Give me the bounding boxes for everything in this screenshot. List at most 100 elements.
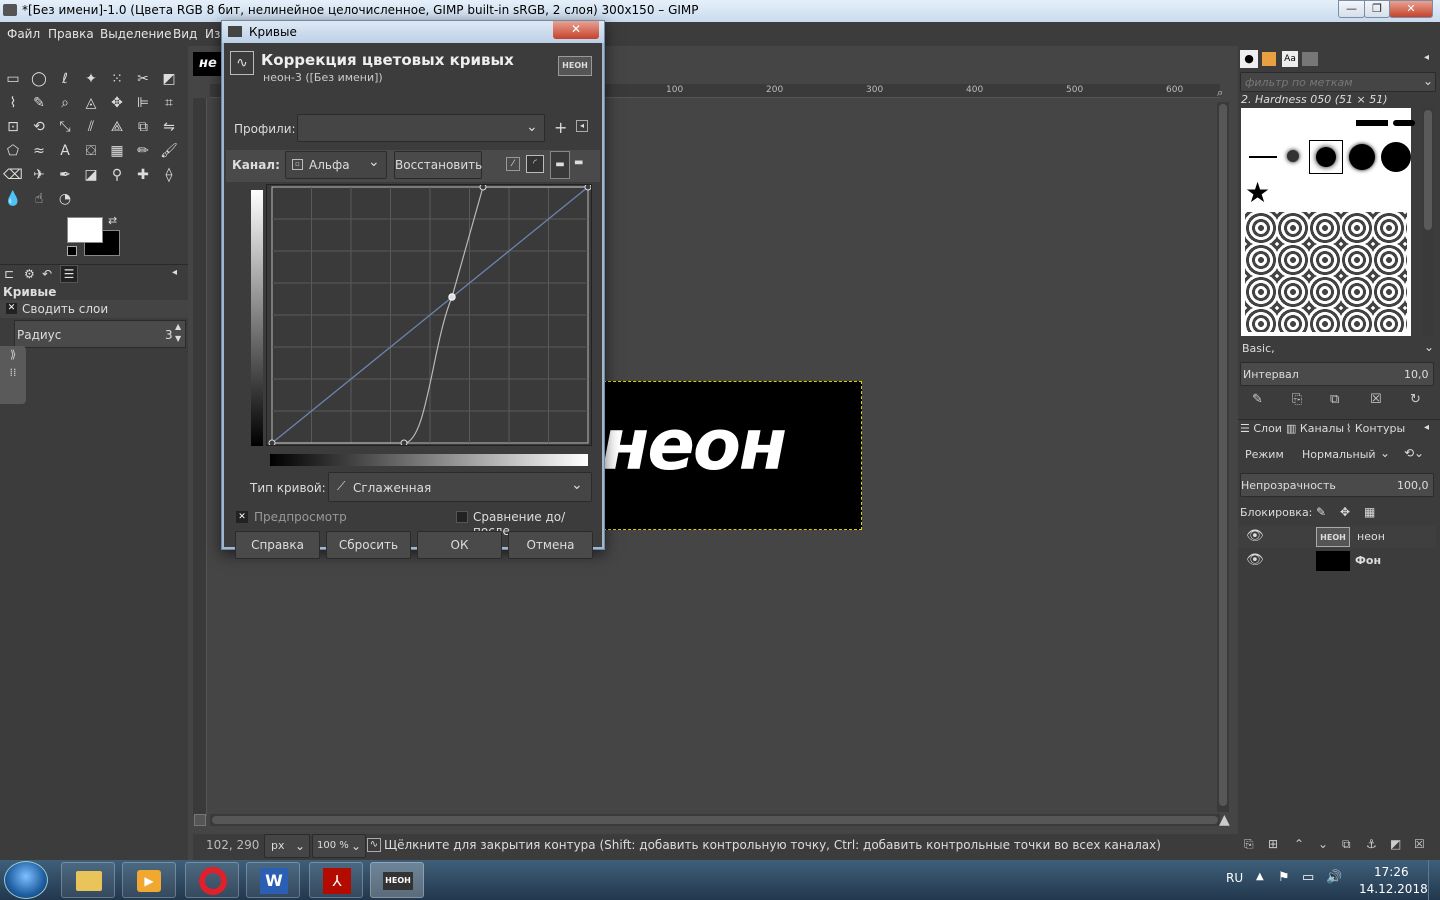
- new-layer-icon[interactable]: ⎘: [1244, 837, 1254, 852]
- taskbar-explorer[interactable]: [61, 862, 115, 898]
- tab-paths[interactable]: ⌇ Контуры: [1346, 422, 1405, 435]
- dock-menu-icon[interactable]: ◂: [1424, 422, 1429, 433]
- move-icon[interactable]: ✥: [106, 92, 128, 114]
- brush-selected[interactable]: [1309, 140, 1343, 174]
- compare-checkbox[interactable]: [456, 511, 468, 523]
- rotate-icon[interactable]: ⟲: [28, 116, 50, 138]
- ellipse-select-icon[interactable]: ◯: [28, 68, 50, 90]
- paintbrush-icon[interactable]: 🖌: [158, 140, 180, 162]
- tag-filter[interactable]: фильтр по меткам ⌄: [1240, 72, 1436, 92]
- spin-arrows-icon[interactable]: ▲ ▼: [175, 321, 181, 345]
- merge-layers-row[interactable]: ✕ Сводить слои: [0, 300, 188, 318]
- linear-hist-icon[interactable]: ⁄: [506, 157, 520, 171]
- reset-button[interactable]: Сбросить: [326, 531, 411, 559]
- device-status-tab-icon[interactable]: ⚙: [24, 267, 35, 281]
- ok-button[interactable]: ОК: [417, 531, 502, 559]
- view-alt-icon[interactable]: ▬: [574, 157, 583, 168]
- delete-brush-icon[interactable]: ☒: [1370, 392, 1382, 407]
- star-brush[interactable]: ★: [1245, 176, 1270, 209]
- menu-file[interactable]: Файл: [7, 27, 40, 41]
- images-tab-icon[interactable]: ☰: [60, 265, 78, 283]
- scissors-icon[interactable]: ✂: [132, 68, 154, 90]
- mode-group-icon[interactable]: ⟲⌄: [1404, 446, 1424, 460]
- airbrush-icon[interactable]: ✈: [28, 164, 50, 186]
- cage-icon[interactable]: ⬠: [2, 140, 24, 162]
- start-button[interactable]: [4, 861, 48, 899]
- crop-icon[interactable]: ⌗: [158, 92, 180, 114]
- eye-icon[interactable]: 👁: [1246, 528, 1264, 544]
- layer-name[interactable]: неон: [1357, 530, 1385, 543]
- help-button[interactable]: Справка: [235, 531, 320, 559]
- preview-checkbox[interactable]: ✕: [236, 511, 248, 523]
- duplicate-layer-icon[interactable]: ⧉: [1342, 837, 1351, 852]
- curve-type-combo[interactable]: ⟋ Сглаженная ⌄: [328, 472, 592, 502]
- dock-menu-icon[interactable]: ◂: [172, 267, 177, 278]
- mypaint-brush-icon[interactable]: ◪: [80, 164, 102, 186]
- smudge-icon[interactable]: ☝: [28, 188, 50, 210]
- curve-graph[interactable]: [267, 185, 591, 445]
- language-indicator[interactable]: RU: [1226, 871, 1243, 885]
- horizontal-scrollbar[interactable]: [210, 814, 1220, 826]
- action-center-icon[interactable]: ⚑: [1278, 870, 1290, 885]
- zoom-icon[interactable]: ⌕: [54, 92, 76, 114]
- dialog-close-button[interactable]: ✕: [553, 21, 599, 39]
- new-brush-icon[interactable]: ⎘: [1292, 392, 1302, 407]
- color-select-icon[interactable]: ⁙: [106, 68, 128, 90]
- fonts-tab-icon[interactable]: Aa: [1282, 51, 1298, 67]
- add-profile-icon[interactable]: +: [554, 118, 567, 137]
- channel-combo[interactable]: ▫ Альфа ⌄: [285, 151, 387, 179]
- flip-icon[interactable]: ⇋: [158, 116, 180, 138]
- merge-checkbox[interactable]: ✕: [6, 303, 17, 314]
- brush-scrollbar[interactable]: [1422, 108, 1434, 336]
- new-group-icon[interactable]: ⊞: [1268, 837, 1278, 851]
- edit-brush-icon[interactable]: ✎: [1252, 392, 1263, 407]
- dodge-burn-icon[interactable]: ◔: [54, 188, 76, 210]
- eraser-icon[interactable]: ⌫: [2, 164, 24, 186]
- 3d-transform-icon[interactable]: ⧉: [132, 116, 154, 138]
- lock-position-icon[interactable]: ✥: [1340, 505, 1350, 519]
- fuzzy-select-icon[interactable]: ✦: [80, 68, 102, 90]
- taskbar-opera[interactable]: [185, 862, 239, 898]
- navigate-icon[interactable]: ▲: [1219, 812, 1230, 828]
- brush-set-tag[interactable]: Basic,: [1242, 342, 1275, 355]
- tab-channels[interactable]: ▥ Каналы: [1286, 422, 1344, 435]
- anchor-layer-icon[interactable]: ⚓: [1366, 837, 1377, 851]
- dock-menu-icon[interactable]: ◂: [1424, 52, 1429, 63]
- curve-graph-frame[interactable]: [266, 184, 592, 446]
- brush-item[interactable]: [1381, 142, 1411, 172]
- log-hist-icon[interactable]: ◜: [526, 155, 544, 173]
- opacity-spin[interactable]: Непрозрачность 100,0: [1240, 473, 1434, 497]
- clock-date[interactable]: 14.12.2018: [1359, 882, 1428, 896]
- layer-row[interactable]: 👁 НЕОН неон: [1238, 526, 1436, 548]
- tool-options-tab-icon[interactable]: ⊏: [4, 267, 14, 281]
- foreground-select-icon[interactable]: ◩: [158, 68, 180, 90]
- ink-icon[interactable]: ✒: [54, 164, 76, 186]
- default-colors-icon[interactable]: [67, 246, 77, 256]
- mode-value[interactable]: Нормальный: [1302, 448, 1376, 461]
- show-desktop-button[interactable]: [1428, 860, 1440, 900]
- menu-edit[interactable]: Правка: [48, 27, 94, 41]
- clone-icon[interactable]: ⚲: [106, 164, 128, 186]
- perspective-icon[interactable]: ⟁: [106, 116, 128, 138]
- color-picker-icon[interactable]: ✎: [28, 92, 50, 114]
- brush-item[interactable]: [1393, 120, 1415, 126]
- cancel-button[interactable]: Отмена: [508, 531, 593, 559]
- menu-image[interactable]: Из: [205, 27, 220, 41]
- warp-icon[interactable]: ≈: [28, 140, 50, 162]
- zoom-fit-icon[interactable]: ⌕: [1217, 86, 1223, 100]
- delete-layer-icon[interactable]: ☒: [1414, 837, 1425, 851]
- taskbar-word[interactable]: W: [246, 862, 300, 898]
- duplicate-brush-icon[interactable]: ⧉: [1330, 392, 1339, 407]
- chevron-down-icon[interactable]: ⌄: [1380, 446, 1390, 460]
- profile-menu-icon[interactable]: ◂: [576, 120, 588, 132]
- text-icon[interactable]: A: [54, 140, 76, 162]
- reset-channel-button[interactable]: Восстановить: [394, 151, 482, 179]
- brush-grid[interactable]: ★: [1241, 108, 1415, 336]
- rect-select-icon[interactable]: ▭: [2, 68, 24, 90]
- close-window-button[interactable]: ✕: [1389, 0, 1433, 18]
- raise-layer-icon[interactable]: ⌃: [1294, 837, 1304, 851]
- layer-row[interactable]: 👁 Фон: [1238, 550, 1436, 572]
- fg-color-swatch[interactable]: [67, 217, 103, 243]
- unit-combo[interactable]: px ⌄: [264, 834, 310, 858]
- refresh-brushes-icon[interactable]: ↻: [1410, 392, 1421, 407]
